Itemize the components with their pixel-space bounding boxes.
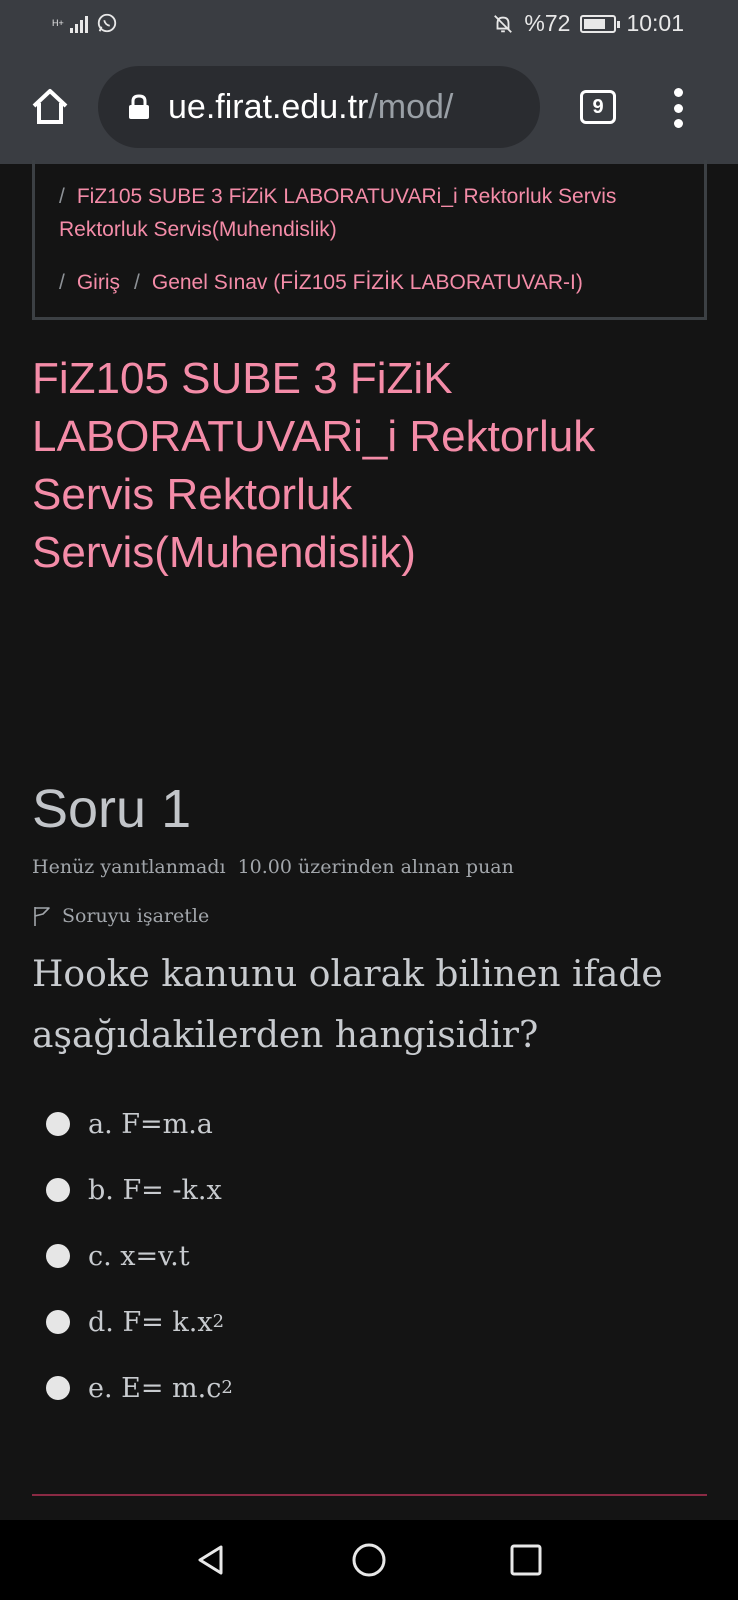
- muted-bell-icon: [494, 14, 513, 33]
- flag-question-label: Soruyu işaretle: [62, 905, 210, 927]
- flag-question-button[interactable]: Soruyu işaretle: [32, 905, 209, 927]
- answer-label: a. F=m.a: [88, 1108, 213, 1140]
- status-bar: H+ %72 10:01: [0, 0, 738, 52]
- radio-button[interactable]: [46, 1244, 70, 1268]
- url-path: /mod/: [368, 87, 454, 126]
- breadcrumb: / FiZ105 SUBE 3 FiZiK LABORATUVARi_i Rekt…: [32, 160, 707, 320]
- breadcrumb-item-course[interactable]: FiZ105 SUBE 3 FiZiK LABORATUVARi_i Rekto…: [59, 185, 616, 241]
- browser-toolbar: ue.firat.edu.tr/mod/ 9: [0, 52, 738, 164]
- address-bar[interactable]: ue.firat.edu.tr/mod/: [98, 66, 540, 148]
- question-text: Hooke kanunu olarak bilinen ifade aşağıd…: [32, 954, 663, 1056]
- breadcrumb-separator: /: [59, 185, 65, 208]
- radio-button[interactable]: [46, 1376, 70, 1400]
- radio-button[interactable]: [46, 1112, 70, 1136]
- question-state: Henüz yanıtlanmadı: [32, 856, 226, 878]
- battery-level: [584, 18, 605, 29]
- back-icon[interactable]: [193, 1542, 229, 1578]
- breadcrumb-item-login[interactable]: Giriş: [77, 271, 120, 294]
- radio-button[interactable]: [46, 1178, 70, 1202]
- browser-menu-button[interactable]: [668, 88, 688, 128]
- tab-switcher-button[interactable]: 9: [580, 90, 616, 124]
- answer-label: d. F= k.x: [88, 1306, 213, 1338]
- status-right: %72 10:01: [492, 10, 684, 37]
- question-number: Soru 1: [32, 779, 192, 839]
- radio-button[interactable]: [46, 1310, 70, 1334]
- answer-option[interactable]: c. x=v.t: [46, 1236, 190, 1276]
- question-info: Henüz yanıtlanmadı 10.00 üzerinden alınan…: [32, 856, 514, 878]
- breadcrumb-item-exam[interactable]: Genel Sınav (FİZ105 FİZİK LABORATUVAR-I): [152, 271, 583, 294]
- whatsapp-icon: [97, 13, 117, 33]
- breadcrumb-separator: /: [59, 271, 65, 294]
- status-left: H+: [52, 12, 118, 34]
- menu-dot: [673, 103, 683, 113]
- answer-option[interactable]: d. F= k.x 2: [46, 1302, 224, 1342]
- home-button[interactable]: [28, 84, 72, 128]
- answer-label: b. F= -k.x: [88, 1174, 222, 1206]
- question-grade: 10.00 üzerinden alınan puan: [237, 856, 514, 878]
- battery-icon: [580, 14, 621, 33]
- signal-icon: [70, 13, 88, 33]
- page-title: FiZ105 SUBE 3 FiZiK LABORATUVARi_i Rekto…: [32, 354, 596, 577]
- system-navigation-bar: [0, 1520, 738, 1600]
- answer-option[interactable]: b. F= -k.x: [46, 1170, 222, 1210]
- lock-icon: [129, 94, 149, 119]
- menu-dot: [673, 119, 683, 128]
- battery-percent: %72: [524, 10, 571, 36]
- clock: 10:01: [626, 10, 684, 36]
- answer-option[interactable]: e. E= m.c 2: [46, 1368, 233, 1408]
- url-host: ue.firat.edu.tr: [168, 87, 369, 126]
- menu-dot: [673, 88, 683, 97]
- answer-option[interactable]: a. F=m.a: [46, 1104, 213, 1144]
- home-icon: [32, 89, 68, 124]
- network-type: H+: [52, 17, 64, 28]
- recent-apps-icon[interactable]: [508, 1542, 544, 1578]
- breadcrumb-line-exam: / Giriş / Genel Sınav (FİZ105 FİZİK LABORAT…: [59, 266, 583, 299]
- answer-label: c. x=v.t: [88, 1240, 190, 1272]
- home-circle-icon[interactable]: [351, 1542, 387, 1578]
- tab-count: 9: [592, 95, 604, 118]
- flag-icon: [34, 907, 50, 926]
- breadcrumb-separator: /: [134, 271, 140, 294]
- breadcrumb-line-course: / FiZ105 SUBE 3 FiZiK LABORATUVARi_i Rekt…: [59, 180, 659, 246]
- answer-label: e. E= m.c: [88, 1372, 222, 1404]
- section-divider: [32, 1494, 707, 1496]
